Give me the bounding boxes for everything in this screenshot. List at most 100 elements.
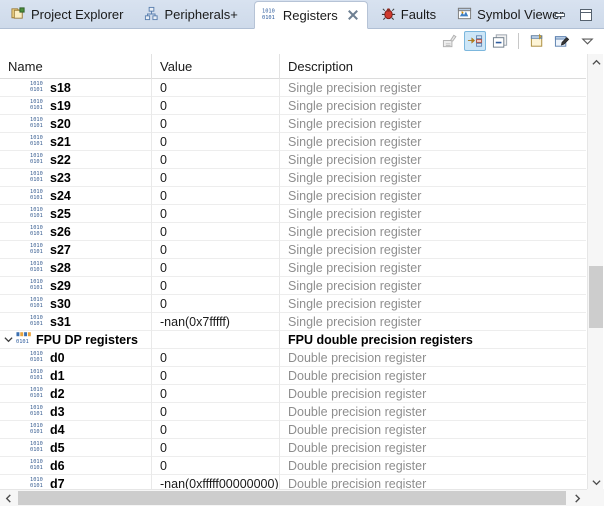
scroll-left-icon[interactable] xyxy=(0,490,17,506)
add-register-group-button[interactable] xyxy=(526,31,548,51)
svg-text:0101: 0101 xyxy=(30,429,43,435)
scrollbar-corner xyxy=(587,489,604,506)
register-value-cell[interactable]: 0 xyxy=(152,132,280,151)
register-value-cell[interactable]: 0 xyxy=(152,456,280,475)
table-row[interactable]: 1010 0101 d4 0 Double precision register xyxy=(0,420,586,439)
show-type-names-button[interactable] xyxy=(439,31,461,51)
symbol-viewer-icon xyxy=(457,6,472,24)
register-name: d6 xyxy=(50,458,65,473)
svg-text:0101: 0101 xyxy=(30,393,43,399)
table-row[interactable]: 1010 0101 s19 0 Single precision register xyxy=(0,96,586,115)
table-row[interactable]: 1010 0101 s23 0 Single precision register xyxy=(0,168,586,187)
register-icon: 1010 0101 xyxy=(30,457,46,474)
register-icon: 1010 0101 xyxy=(30,133,46,150)
table-row[interactable]: 1010 0101 s31 -nan(0x7fffff) Single precisio… xyxy=(0,312,586,331)
view-menu-button[interactable] xyxy=(576,31,598,51)
register-description-cell: Double precision register xyxy=(288,422,427,437)
close-icon[interactable] xyxy=(347,9,359,21)
scroll-down-icon[interactable] xyxy=(588,474,604,490)
register-name: s19 xyxy=(50,98,71,113)
register-icon: 1010 0101 xyxy=(30,115,46,132)
maximize-button[interactable] xyxy=(578,7,594,23)
register-value-cell[interactable]: 0 xyxy=(152,258,280,277)
register-name: d4 xyxy=(50,422,65,437)
register-value-cell[interactable]: 0 xyxy=(152,150,280,169)
horizontal-scrollbar[interactable] xyxy=(0,489,604,506)
table-row[interactable]: 1010 0101 s30 0 Single precision register xyxy=(0,294,586,313)
tab-faults[interactable]: Faults xyxy=(374,1,444,28)
table-row[interactable]: 1010 0101 d2 0 Double precision register xyxy=(0,384,586,403)
scroll-right-icon[interactable] xyxy=(569,490,586,506)
register-description-cell: Single precision register xyxy=(288,278,422,293)
table-row[interactable]: 1010 0101 s24 0 Single precision register xyxy=(0,186,586,205)
register-value-cell[interactable]: 0 xyxy=(152,96,280,115)
register-value-cell[interactable]: 0 xyxy=(152,294,280,313)
register-value-cell[interactable]: -nan(0xfffff00000000) xyxy=(152,474,280,490)
register-value-cell[interactable]: 0 xyxy=(152,186,280,205)
table-row[interactable]: 1010 0101 s18 0 Single precision register xyxy=(0,78,586,97)
horizontal-scrollbar-thumb[interactable] xyxy=(18,491,566,505)
table-row[interactable]: 1010 0101 d5 0 Double precision register xyxy=(0,438,586,457)
register-value-cell[interactable]: 0 xyxy=(152,276,280,295)
collapse-all-button[interactable] xyxy=(489,31,511,51)
table-row[interactable]: 1010 0101 s29 0 Single precision register xyxy=(0,276,586,295)
register-value-cell[interactable]: 0 xyxy=(152,438,280,457)
register-value-cell[interactable]: 0 xyxy=(152,420,280,439)
register-value-cell[interactable]: 0 xyxy=(152,348,280,367)
table-row[interactable]: 1010 0101 d1 0 Double precision register xyxy=(0,366,586,385)
register-name: s27 xyxy=(50,242,71,257)
table-row[interactable]: 1010 0101 s25 0 Single precision register xyxy=(0,204,586,223)
register-name: s28 xyxy=(50,260,71,275)
table-row[interactable]: 1010 0101 s22 0 Single precision register xyxy=(0,150,586,169)
table-row[interactable]: 1010 0101 d0 0 Double precision register xyxy=(0,348,586,367)
register-value-cell[interactable]: 0 xyxy=(152,402,280,421)
tab-project-explorer[interactable]: Project Explorer xyxy=(4,1,131,28)
minimize-button[interactable] xyxy=(552,7,568,23)
register-value-cell[interactable]: 0 xyxy=(152,78,280,97)
register-value-cell[interactable]: 0 xyxy=(152,222,280,241)
table-row[interactable]: 1010 0101 d6 0 Double precision register xyxy=(0,456,586,475)
table-row[interactable]: 1010 0101 d7 -nan(0xfffff00000000) Double pr… xyxy=(0,474,586,490)
table-row[interactable]: 0101 FPU DP registers FPU double precision… xyxy=(0,330,586,349)
register-value-cell[interactable]: 0 xyxy=(152,384,280,403)
table-row[interactable]: 1010 0101 d3 0 Double precision register xyxy=(0,402,586,421)
table-header-row: Name Value Description xyxy=(0,54,586,79)
register-name: s30 xyxy=(50,296,71,311)
register-name-cell: 1010 0101 s18 xyxy=(0,78,152,97)
register-value-cell[interactable]: 0 xyxy=(152,240,280,259)
show-logical-structure-button[interactable] xyxy=(464,31,486,51)
register-icon: 1010 0101 xyxy=(30,277,46,294)
register-value-cell[interactable]: 0 xyxy=(152,366,280,385)
table-row[interactable]: 1010 0101 s26 0 Single precision register xyxy=(0,222,586,241)
vertical-scrollbar-thumb[interactable] xyxy=(589,266,603,328)
vertical-scrollbar[interactable] xyxy=(587,54,603,490)
register-name-cell: 1010 0101 s24 xyxy=(0,186,152,205)
table-row[interactable]: 1010 0101 s27 0 Single precision register xyxy=(0,240,586,259)
register-value-cell[interactable]: 0 xyxy=(152,114,280,133)
svg-text:1010: 1010 xyxy=(262,9,275,15)
scroll-up-icon[interactable] xyxy=(588,54,604,70)
tab-registers[interactable]: 1010 0101 Registers xyxy=(253,1,368,29)
register-description-cell: Double precision register xyxy=(288,404,427,419)
edit-register-group-button[interactable] xyxy=(551,31,573,51)
register-value-cell[interactable]: 0 xyxy=(152,204,280,223)
column-header-value[interactable]: Value xyxy=(152,54,280,79)
register-icon: 1010 0101 xyxy=(30,349,46,366)
register-icon: 1010 0101 xyxy=(30,313,46,330)
svg-text:0101: 0101 xyxy=(30,411,43,417)
svg-text:0101: 0101 xyxy=(30,159,43,165)
column-header-description[interactable]: Description xyxy=(280,54,586,79)
register-value-cell[interactable]: -nan(0x7fffff) xyxy=(152,312,280,331)
table-row[interactable]: 1010 0101 s28 0 Single precision register xyxy=(0,258,586,277)
table-row[interactable]: 1010 0101 s21 0 Single precision register xyxy=(0,132,586,151)
column-header-name[interactable]: Name xyxy=(0,54,152,79)
register-value-cell[interactable] xyxy=(152,330,280,349)
tab-label: Faults xyxy=(400,7,437,22)
register-value-cell[interactable]: 0 xyxy=(152,168,280,187)
table-row[interactable]: 1010 0101 s20 0 Single precision register xyxy=(0,114,586,133)
chevron-down-icon[interactable] xyxy=(0,336,16,343)
register-name-cell: 1010 0101 d3 xyxy=(0,402,152,421)
tab-peripherals[interactable]: Peripherals+ xyxy=(137,1,245,28)
register-description-cell: Single precision register xyxy=(288,152,422,167)
registers-table: Name Value Description 1010 0101 s18 0 Singl… xyxy=(0,54,586,490)
